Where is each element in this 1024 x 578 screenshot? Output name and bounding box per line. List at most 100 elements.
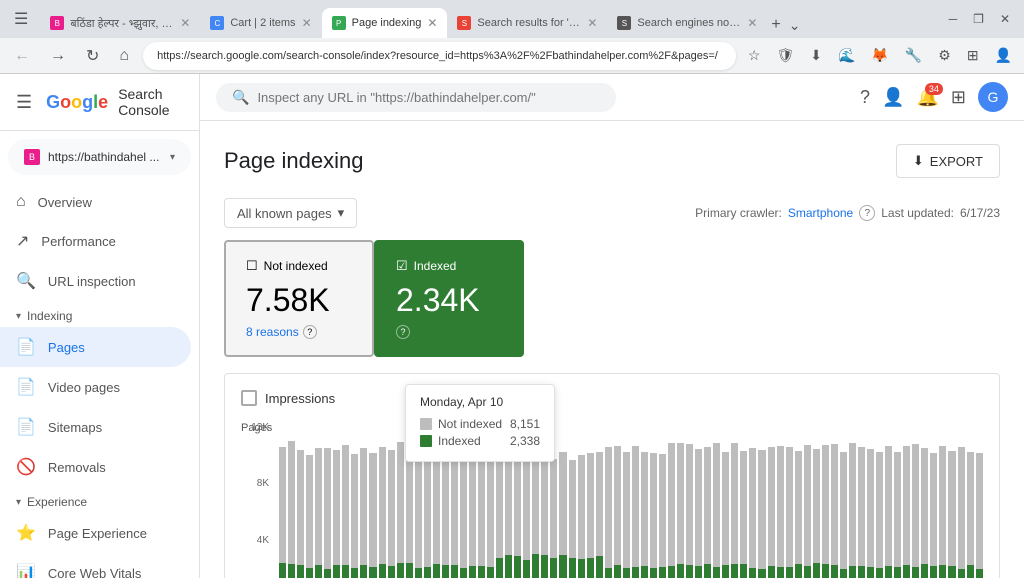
browser-action-3[interactable]: 🔧 xyxy=(901,43,926,68)
bar-group xyxy=(768,422,775,578)
export-button[interactable]: ⬇ EXPORT xyxy=(896,144,1000,178)
bar-group xyxy=(903,422,910,578)
bar-indexed xyxy=(297,565,304,578)
chart-checkbox[interactable] xyxy=(241,390,257,406)
bar-not-indexed xyxy=(514,452,521,556)
sidebar-item-page-experience[interactable]: ⭐ Page Experience xyxy=(0,513,191,553)
home-btn[interactable]: ⌂ xyxy=(113,43,135,69)
sitemaps-icon: 📄 xyxy=(16,417,36,437)
browser-tab-1[interactable]: B बठिंडा हेल्पर - भ्झुवार, सर... ✕ xyxy=(40,8,200,38)
bar-indexed xyxy=(840,569,847,578)
profile-icon[interactable]: 👤 xyxy=(991,43,1016,68)
bar-group xyxy=(587,422,594,578)
filter-arrow-icon: ▾ xyxy=(338,205,345,221)
bar-group xyxy=(297,422,304,578)
experience-section-header[interactable]: ▾ Experience xyxy=(0,487,199,513)
bar-not-indexed xyxy=(614,446,621,565)
bar-group xyxy=(659,422,666,578)
bookmark-icon[interactable]: ☆ xyxy=(744,43,765,68)
tab-close-4[interactable]: ✕ xyxy=(587,16,597,30)
browser-action-2[interactable]: 🦊 xyxy=(867,43,892,68)
browser-tab-5[interactable]: S Search engines now bloc... ✕ xyxy=(607,8,767,38)
bar-not-indexed xyxy=(659,454,666,567)
search-container[interactable]: 🔍 xyxy=(216,83,616,112)
browser-tab-2[interactable]: C Cart | 2 items ✕ xyxy=(200,8,321,38)
tab-close-2[interactable]: ✕ xyxy=(302,16,312,30)
sidebar-item-url-inspection[interactable]: 🔍 URL inspection xyxy=(0,261,191,301)
sidebar-item-performance[interactable]: ↗ Performance xyxy=(0,221,191,261)
browser-tabs: B बठिंडा हेल्पर - भ्झुवार, सर... ✕ C Car… xyxy=(40,0,936,38)
domain-selector[interactable]: B https://bathindahel ... ▾ xyxy=(8,139,191,175)
bar-group xyxy=(315,422,322,578)
minimize-btn[interactable]: ─ xyxy=(943,8,964,30)
bar-group xyxy=(795,422,802,578)
contact-icon[interactable]: 👤 xyxy=(882,87,904,108)
bar-not-indexed xyxy=(315,448,322,565)
address-input[interactable] xyxy=(143,42,736,70)
browser-action-4[interactable]: ⚙ xyxy=(934,43,955,68)
system-menu-btn[interactable]: ☰ xyxy=(8,5,34,33)
tab-favicon-2: C xyxy=(210,16,224,30)
user-avatar[interactable]: G xyxy=(978,82,1008,112)
bar-not-indexed xyxy=(777,446,784,567)
sidebar-item-sitemaps[interactable]: 📄 Sitemaps xyxy=(0,407,191,447)
apps-icon[interactable]: ⊞ xyxy=(951,87,966,108)
search-input[interactable] xyxy=(257,90,597,105)
tab-close-3[interactable]: ✕ xyxy=(427,16,437,30)
sidebar-item-overview[interactable]: ⌂ Overview xyxy=(0,183,191,221)
help-icon[interactable]: ? xyxy=(860,87,870,108)
bar-not-indexed xyxy=(379,447,386,564)
bar-indexed xyxy=(641,566,648,578)
bar-group xyxy=(641,422,648,578)
bar-indexed xyxy=(379,564,386,578)
browser-action-1[interactable]: 🌊 xyxy=(834,43,859,68)
extensions-icon[interactable]: ⊞ xyxy=(963,43,983,68)
chart-container: Impressions Pages 12K 8K 4K 0 xyxy=(224,373,1000,578)
reload-btn[interactable]: ↻ xyxy=(80,42,105,70)
bar-group xyxy=(976,422,983,578)
bar-not-indexed xyxy=(722,452,729,565)
not-indexed-help-icon[interactable]: ? xyxy=(303,325,317,339)
hamburger-menu[interactable]: ☰ xyxy=(16,92,32,113)
tab-close-1[interactable]: ✕ xyxy=(180,16,190,30)
back-btn[interactable]: ← xyxy=(8,43,36,69)
not-indexed-stat[interactable]: ☐ Not indexed 7.58K 8 reasons ? xyxy=(224,240,374,357)
notification-container[interactable]: 🔔 34 xyxy=(916,87,938,108)
bar-group xyxy=(876,422,883,578)
bar-indexed xyxy=(867,567,874,578)
bar-not-indexed xyxy=(813,449,820,563)
download-icon[interactable]: ⬇ xyxy=(806,43,826,68)
bar-indexed xyxy=(523,560,530,578)
indexed-help-icon[interactable]: ? xyxy=(396,325,410,339)
indexed-stat[interactable]: ☑ Indexed 2.34K ? xyxy=(374,240,524,357)
bar-group xyxy=(894,422,901,578)
bar-group xyxy=(867,422,874,578)
crawler-name: Smartphone xyxy=(788,206,853,220)
new-tab-button[interactable]: + xyxy=(767,12,784,38)
crawler-help-icon[interactable]: ? xyxy=(859,205,875,221)
bar-indexed xyxy=(831,565,838,578)
sidebar-item-video-pages[interactable]: 📄 Video pages xyxy=(0,367,191,407)
bar-indexed xyxy=(360,565,367,578)
indexed-label: Indexed xyxy=(414,259,457,273)
bar-not-indexed xyxy=(324,448,331,569)
sidebar-item-core-web-vitals[interactable]: 📊 Core Web Vitals xyxy=(0,553,191,578)
sidebar-item-removals[interactable]: 🚫 Removals xyxy=(0,447,191,487)
forward-btn[interactable]: → xyxy=(44,43,72,69)
sidebar-item-pages[interactable]: 📄 Pages xyxy=(0,327,191,367)
indexed-value: 2.34K xyxy=(396,282,502,319)
filter-dropdown[interactable]: All known pages ▾ xyxy=(224,198,357,228)
bar-not-indexed xyxy=(306,455,313,568)
maximize-btn[interactable]: ❐ xyxy=(967,8,990,30)
tab-overflow-button[interactable]: ⌄ xyxy=(785,13,805,38)
tooltip-value-not-indexed: 8,151 xyxy=(510,417,540,431)
browser-tab-3[interactable]: P Page indexing ✕ xyxy=(322,8,448,38)
bar-indexed xyxy=(695,566,702,578)
tab-close-5[interactable]: ✕ xyxy=(747,16,757,30)
indexing-section-header[interactable]: ▾ Indexing xyxy=(0,301,199,327)
not-indexed-sub: 8 reasons ? xyxy=(246,325,352,339)
indexed-check-icon: ☑ xyxy=(396,258,408,274)
close-btn[interactable]: ✕ xyxy=(994,8,1016,30)
browser-tab-4[interactable]: S Search results for 'google... ✕ xyxy=(447,8,607,38)
tooltip-row-indexed: Indexed 2,338 xyxy=(420,434,540,448)
